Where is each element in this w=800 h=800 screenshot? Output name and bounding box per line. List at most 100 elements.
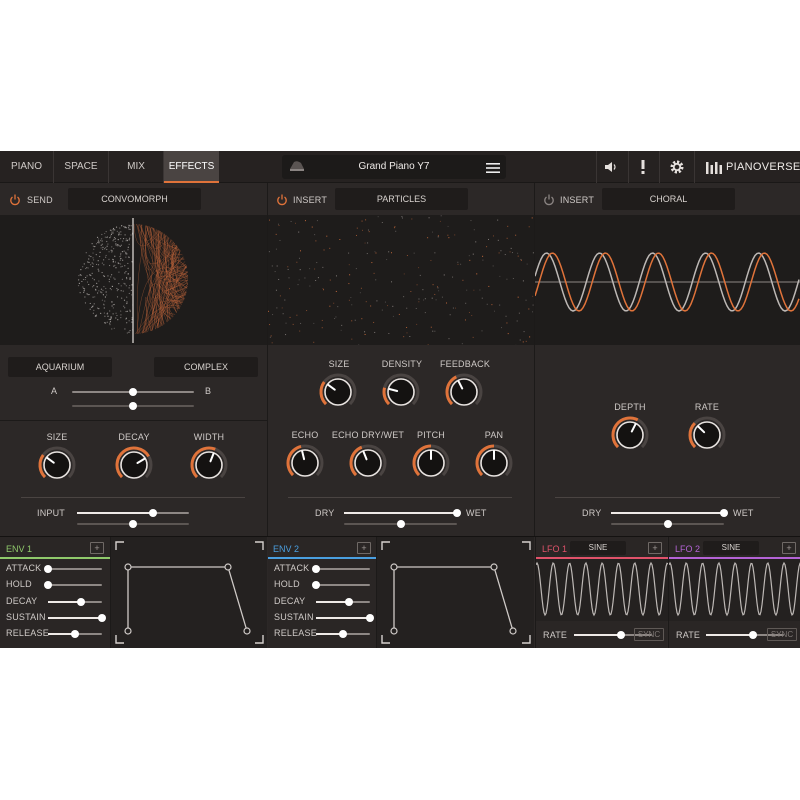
insert2-drywet-mod-slider[interactable] <box>611 520 724 528</box>
lfo2-rate-label: RATE <box>676 630 701 640</box>
input-mod-slider[interactable] <box>77 520 189 528</box>
morph-slider[interactable] <box>72 388 194 396</box>
slider-thumb[interactable] <box>149 509 158 517</box>
env1-attack-label: ATTACK <box>6 563 42 573</box>
knob-body <box>387 378 415 406</box>
insert1-power-icon[interactable] <box>276 193 288 211</box>
slider-fill <box>48 616 102 619</box>
particles-density-knob[interactable] <box>381 372 421 412</box>
slider-thumb[interactable] <box>748 631 757 639</box>
send-power-icon[interactable] <box>9 193 21 211</box>
env2-hold-slider[interactable] <box>312 581 370 590</box>
insert1-drywet-mod-slider[interactable] <box>344 520 457 528</box>
particles-feedback-knob[interactable] <box>444 372 484 412</box>
slider-thumb[interactable] <box>720 509 728 517</box>
env1-hold-label: HOLD <box>6 579 32 590</box>
slider-thumb[interactable] <box>616 631 625 639</box>
env1-hold-slider[interactable] <box>44 581 102 590</box>
slider-thumb[interactable] <box>44 565 52 573</box>
env2-decay-label: DECAY <box>274 595 306 606</box>
slider-thumb[interactable] <box>345 597 354 606</box>
slider-thumb[interactable] <box>339 630 347 639</box>
env1-add-button[interactable]: + <box>90 542 104 554</box>
pitch-knob[interactable] <box>411 443 451 483</box>
env2-graph[interactable] <box>376 537 534 648</box>
insert2-drywet-slider[interactable] <box>611 509 728 517</box>
menu-icon[interactable] <box>486 161 500 179</box>
lfo2-sync-button[interactable]: SYNC <box>767 628 797 641</box>
choral-rate-knob[interactable] <box>687 415 727 455</box>
echo-drywet-knob[interactable] <box>348 443 388 483</box>
env2-release-slider[interactable] <box>316 630 370 639</box>
slider-thumb[interactable] <box>366 613 374 622</box>
tab-space[interactable]: SPACE <box>54 151 108 183</box>
lfo1-title: LFO 1 <box>542 544 568 554</box>
lfo2-shape-selector[interactable]: SINE <box>703 541 759 555</box>
env1-attack-slider[interactable] <box>44 565 102 573</box>
slider-thumb[interactable] <box>663 520 672 528</box>
input-slider[interactable] <box>77 509 189 517</box>
env1-graph[interactable] <box>110 537 267 648</box>
gear-icon[interactable] <box>669 159 685 180</box>
particles-feedback-label: FEEDBACK <box>439 359 491 369</box>
slider-thumb[interactable] <box>98 613 106 622</box>
source-a-selector[interactable]: AQUARIUM <box>8 357 112 377</box>
env1-release-slider[interactable] <box>48 630 102 639</box>
insert2-power-icon[interactable] <box>543 193 555 211</box>
lfo2-title: LFO 2 <box>675 544 701 554</box>
slider-thumb[interactable] <box>129 520 137 528</box>
env1-decay-slider[interactable] <box>48 597 102 606</box>
slider-thumb[interactable] <box>312 581 320 590</box>
env2-add-button[interactable]: + <box>357 542 371 554</box>
insert1-effect-selector[interactable]: PARTICLES <box>335 188 468 210</box>
slider-thumb[interactable] <box>71 630 79 639</box>
tab-effects[interactable]: EFFECTS <box>164 151 219 183</box>
slider-fill <box>706 634 753 636</box>
knob-body <box>616 421 644 449</box>
send-width-label: WIDTH <box>193 432 225 442</box>
slider-thumb[interactable] <box>453 509 461 517</box>
insert2-effect-selector[interactable]: CHORAL <box>602 188 735 210</box>
tab-piano[interactable]: PIANO <box>0 151 53 183</box>
particles-size-knob[interactable] <box>318 372 358 412</box>
source-b-selector[interactable]: COMPLEX <box>154 357 258 377</box>
slider-fill <box>611 512 724 514</box>
insert1-drywet-slider[interactable] <box>344 509 461 517</box>
env1-sustain-label: SUSTAIN <box>6 611 46 622</box>
send-size-knob[interactable] <box>37 445 77 485</box>
slider-fill <box>77 512 154 514</box>
env2-attack-slider[interactable] <box>312 565 370 573</box>
send-effect-selector[interactable]: CONVOMORPH <box>68 188 201 210</box>
tab-mix[interactable]: MIX <box>109 151 163 183</box>
slider-thumb[interactable] <box>77 597 86 606</box>
preset-selector[interactable]: Grand Piano Y7 <box>282 155 506 179</box>
insert1-wet-label: WET <box>466 508 487 518</box>
lfo2-add-button[interactable]: + <box>782 542 796 554</box>
lfo1-add-button[interactable]: + <box>648 542 662 554</box>
env1-decay-label: DECAY <box>6 595 38 606</box>
rate-label: RATE <box>694 402 720 412</box>
env2-decay-slider[interactable] <box>316 597 370 606</box>
slider-fill <box>344 512 457 514</box>
depth-knob[interactable] <box>610 415 650 455</box>
insert2-dry-label: DRY <box>582 508 602 518</box>
lfo1-sync-button[interactable]: SYNC <box>634 628 664 641</box>
lfo2-waveform <box>668 559 800 621</box>
pan-knob[interactable] <box>474 443 514 483</box>
slider-thumb[interactable] <box>129 402 137 410</box>
preset-name: Grand Piano Y7 <box>358 161 430 172</box>
send-decay-knob[interactable] <box>114 445 154 485</box>
morph-mod-slider[interactable] <box>72 402 194 410</box>
slider-thumb[interactable] <box>312 565 320 573</box>
alert-icon[interactable] <box>640 160 646 179</box>
speaker-icon[interactable] <box>604 160 618 179</box>
env2-sustain-slider[interactable] <box>316 613 374 622</box>
echo-knob[interactable] <box>285 443 325 483</box>
lfo1-shape-selector[interactable]: SINE <box>570 541 626 555</box>
slider-thumb[interactable] <box>129 388 137 396</box>
env1-sustain-slider[interactable] <box>48 613 106 622</box>
insert2-slot-label: INSERT <box>560 195 595 205</box>
send-width-knob[interactable] <box>189 445 229 485</box>
slider-thumb[interactable] <box>396 520 405 528</box>
slider-thumb[interactable] <box>44 581 52 590</box>
